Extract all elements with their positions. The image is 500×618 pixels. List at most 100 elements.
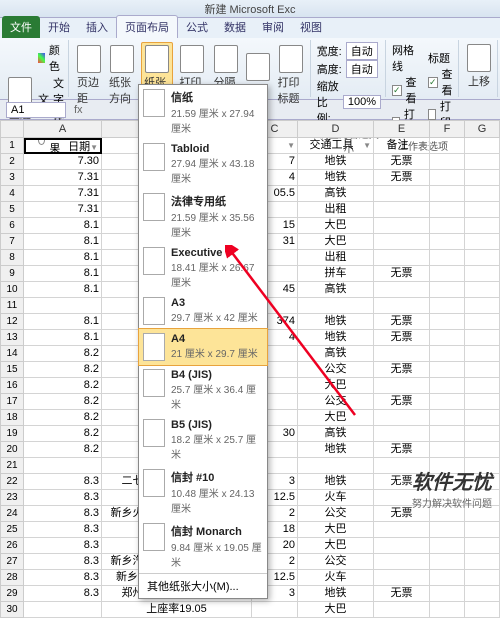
cell[interactable] (374, 282, 430, 298)
cell[interactable] (374, 570, 430, 586)
cell[interactable] (374, 186, 430, 202)
row-header[interactable]: 18 (0, 410, 24, 426)
cell[interactable] (430, 202, 465, 218)
row-header[interactable]: 20 (0, 442, 24, 458)
cell[interactable] (465, 602, 500, 618)
row-header[interactable]: 12 (0, 314, 24, 330)
row-header[interactable]: 21 (0, 458, 24, 474)
cell[interactable] (465, 250, 500, 266)
cell[interactable]: 大巴 (298, 410, 374, 426)
tab-pagelayout[interactable]: 页面布局 (116, 15, 178, 38)
cell[interactable]: 公交 (298, 554, 374, 570)
cell[interactable] (298, 298, 374, 314)
cell[interactable] (374, 554, 430, 570)
cell[interactable]: 8.3 (24, 474, 102, 490)
cell[interactable] (465, 538, 500, 554)
cell[interactable] (374, 378, 430, 394)
cell[interactable] (430, 234, 465, 250)
cell[interactable]: 8.3 (24, 554, 102, 570)
cell[interactable]: 8.1 (24, 250, 102, 266)
row-header[interactable]: 15 (0, 362, 24, 378)
arrange-button[interactable]: 上移 (465, 42, 493, 91)
row-header[interactable]: 19 (0, 426, 24, 442)
cell[interactable] (465, 570, 500, 586)
row-header[interactable]: 11 (0, 298, 24, 314)
cell[interactable] (252, 602, 298, 618)
row-header[interactable]: 7 (0, 234, 24, 250)
cell[interactable] (374, 426, 430, 442)
cell[interactable] (465, 314, 500, 330)
tab-review[interactable]: 审阅 (254, 16, 292, 38)
row-header[interactable]: 6 (0, 218, 24, 234)
row-header[interactable]: 26 (0, 538, 24, 554)
col-header[interactable] (0, 120, 24, 138)
cell[interactable] (465, 362, 500, 378)
cell[interactable]: 高铁 (298, 426, 374, 442)
cell[interactable]: 公交 (298, 394, 374, 410)
cell[interactable] (465, 138, 500, 154)
cell[interactable]: 8.1 (24, 266, 102, 282)
cell[interactable]: 大巴 (298, 234, 374, 250)
cell[interactable]: 无票 (374, 394, 430, 410)
cell[interactable]: 8.2 (24, 362, 102, 378)
row-header[interactable]: 27 (0, 554, 24, 570)
cell[interactable] (430, 362, 465, 378)
name-box[interactable]: A1 (6, 102, 66, 118)
cell[interactable] (430, 218, 465, 234)
orientation-button[interactable]: 纸张方向 (107, 43, 137, 108)
cell[interactable]: 无票 (374, 586, 430, 602)
cell[interactable] (374, 218, 430, 234)
row-header[interactable]: 24 (0, 506, 24, 522)
cell[interactable] (465, 186, 500, 202)
cell[interactable] (374, 202, 430, 218)
cell[interactable] (430, 602, 465, 618)
gridlines-view-check[interactable]: ✓ (392, 85, 402, 96)
cell[interactable]: 无票 (374, 170, 430, 186)
cell[interactable]: 无票 (374, 330, 430, 346)
row-header[interactable]: 2 (0, 154, 24, 170)
cell[interactable] (430, 170, 465, 186)
row-header[interactable]: 23 (0, 490, 24, 506)
cell[interactable] (465, 266, 500, 282)
cell[interactable]: 地铁 (298, 314, 374, 330)
tab-data[interactable]: 数据 (216, 16, 254, 38)
cell[interactable]: 无票 (374, 266, 430, 282)
row-header[interactable]: 1 (0, 138, 24, 154)
cell[interactable] (430, 442, 465, 458)
cell[interactable]: 8.2 (24, 346, 102, 362)
row-header[interactable]: 13 (0, 330, 24, 346)
cell[interactable] (430, 394, 465, 410)
cell[interactable] (374, 346, 430, 362)
row-header[interactable]: 29 (0, 586, 24, 602)
cell[interactable]: 备注▼ (374, 138, 430, 154)
pagesize-option[interactable]: 信封 #1010.48 厘米 x 24.13 厘米 (139, 465, 267, 519)
cell[interactable]: 日期▼ (24, 138, 102, 154)
row-header[interactable]: 5 (0, 202, 24, 218)
cell[interactable] (465, 154, 500, 170)
cell[interactable] (465, 218, 500, 234)
cell[interactable]: 8.1 (24, 314, 102, 330)
row-header[interactable]: 30 (0, 602, 24, 618)
pagesize-option[interactable]: 信纸21.59 厘米 x 27.94 厘米 (139, 85, 267, 139)
cell[interactable]: 无票 (374, 314, 430, 330)
other-sizes[interactable]: 其他纸张大小(M)... (139, 573, 267, 598)
cell[interactable]: 交通工具▼ (298, 138, 374, 154)
cell[interactable] (374, 602, 430, 618)
cell[interactable]: 大巴 (298, 378, 374, 394)
cell[interactable]: 高铁 (298, 282, 374, 298)
cell[interactable]: 火车 (298, 570, 374, 586)
cell[interactable] (430, 554, 465, 570)
cell[interactable] (465, 394, 500, 410)
cell[interactable] (374, 250, 430, 266)
pagesize-option[interactable]: 信封 Monarch9.84 厘米 x 19.05 厘米 (139, 519, 267, 573)
cell[interactable]: 8.2 (24, 426, 102, 442)
cell[interactable] (24, 602, 102, 618)
margins-button[interactable]: 页边距 (75, 43, 103, 108)
cell[interactable] (374, 522, 430, 538)
cell[interactable] (430, 282, 465, 298)
cell[interactable]: 地铁 (298, 170, 374, 186)
cell[interactable] (465, 426, 500, 442)
cell[interactable] (374, 410, 430, 426)
cell[interactable] (465, 282, 500, 298)
cell[interactable]: 高铁 (298, 186, 374, 202)
